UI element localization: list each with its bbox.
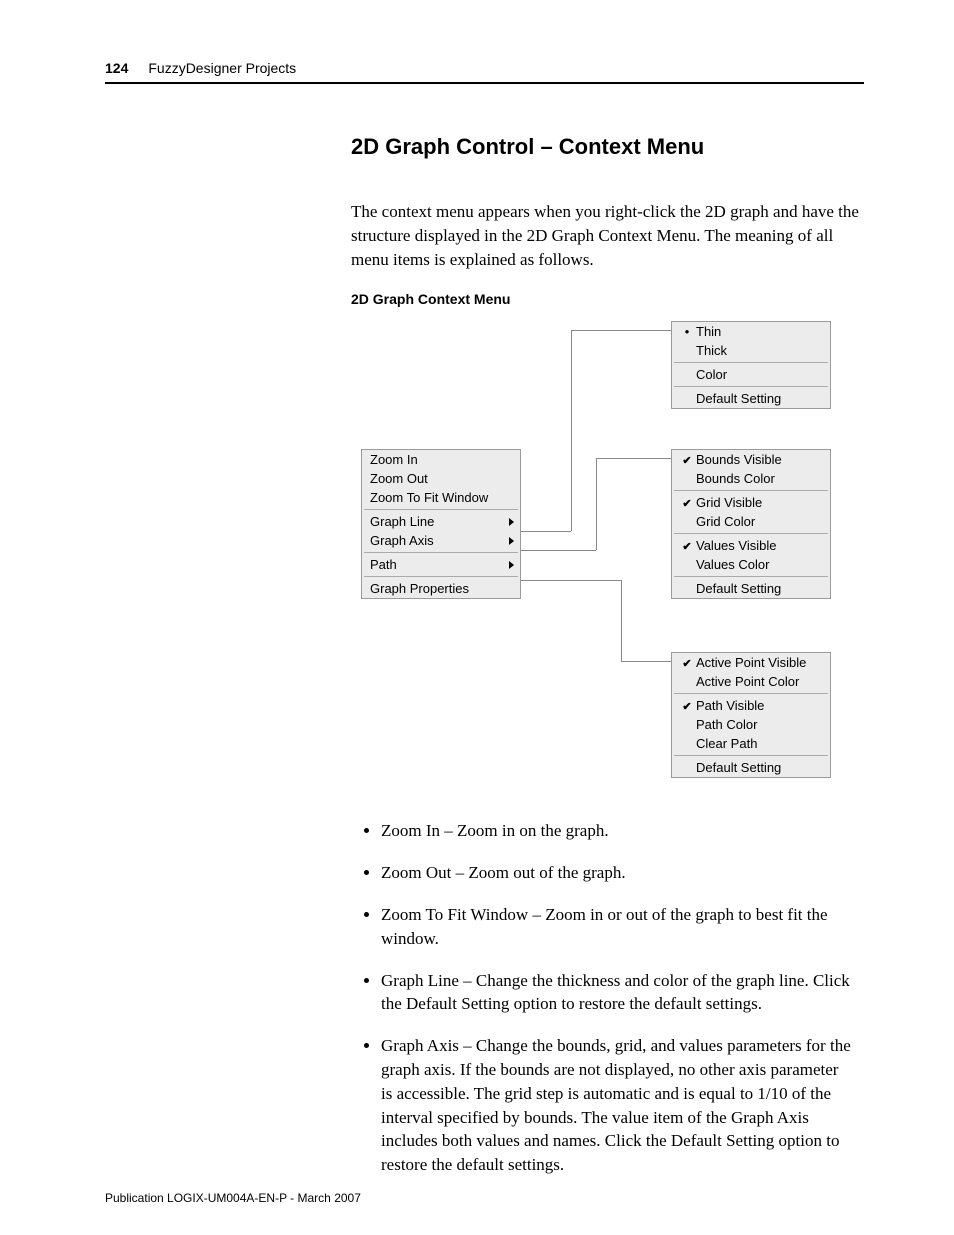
submenu-path[interactable]: Active Point Visible Active Point Color … [671, 652, 831, 778]
connector-line [571, 330, 671, 331]
menu-graph-properties[interactable]: Graph Properties [362, 579, 520, 598]
header-title: FuzzyDesigner Projects [148, 60, 296, 76]
connector-line [621, 580, 622, 661]
submenu-axis-grid-color[interactable]: Grid Color [672, 512, 830, 531]
menu-zoom-fit[interactable]: Zoom To Fit Window [362, 488, 520, 507]
submenu-path-visible[interactable]: Path Visible [672, 696, 830, 715]
submenu-path-activepoint-visible[interactable]: Active Point Visible [672, 653, 830, 672]
submenu-path-default[interactable]: Default Setting [672, 758, 830, 777]
menu-graph-axis[interactable]: Graph Axis [362, 531, 520, 550]
intro-paragraph: The context menu appears when you right-… [351, 200, 864, 271]
page-number: 124 [105, 60, 128, 76]
submenu-axis-bounds-visible[interactable]: Bounds Visible [672, 450, 830, 469]
submenu-axis-grid-visible[interactable]: Grid Visible [672, 493, 830, 512]
checkmark-icon [680, 538, 694, 553]
checkmark-icon [680, 698, 694, 713]
submenu-graph-axis[interactable]: Bounds Visible Bounds Color Grid Visible… [671, 449, 831, 599]
context-menu-diagram: Zoom In Zoom Out Zoom To Fit Window Grap… [351, 321, 864, 811]
page-header: 124 FuzzyDesigner Projects [105, 60, 864, 84]
connector-line [521, 550, 596, 551]
connector-line [521, 580, 621, 581]
submenu-line-color[interactable]: Color [672, 365, 830, 384]
menu-zoom-in[interactable]: Zoom In [362, 450, 520, 469]
def-zoom-fit: Zoom To Fit Window – Zoom in or out of t… [381, 903, 864, 951]
checkmark-icon [680, 655, 694, 670]
connector-line [521, 531, 571, 532]
checkmark-icon [680, 452, 694, 467]
connector-line [621, 661, 671, 662]
submenu-path-activepoint-color[interactable]: Active Point Color [672, 672, 830, 691]
def-graph-line: Graph Line – Change the thickness and co… [381, 969, 864, 1017]
submenu-axis-bounds-color[interactable]: Bounds Color [672, 469, 830, 488]
connector-line [596, 458, 597, 550]
def-graph-axis: Graph Axis – Change the bounds, grid, an… [381, 1034, 864, 1177]
submenu-line-thick[interactable]: Thick [672, 341, 830, 360]
radio-dot-icon [680, 324, 694, 339]
submenu-line-thin[interactable]: Thin [672, 322, 830, 341]
submenu-path-color[interactable]: Path Color [672, 715, 830, 734]
submenu-axis-values-visible[interactable]: Values Visible [672, 536, 830, 555]
menu-zoom-out[interactable]: Zoom Out [362, 469, 520, 488]
connector-line [596, 458, 671, 459]
submenu-graph-line[interactable]: Thin Thick Color Default Setting [671, 321, 831, 409]
menu-graph-line[interactable]: Graph Line [362, 512, 520, 531]
menu-path[interactable]: Path [362, 555, 520, 574]
submenu-line-default[interactable]: Default Setting [672, 389, 830, 408]
def-zoom-in: Zoom In – Zoom in on the graph. [381, 819, 864, 843]
section-heading: 2D Graph Control – Context Menu [351, 134, 864, 160]
checkmark-icon [680, 495, 694, 510]
definitions-list: Zoom In – Zoom in on the graph. Zoom Out… [351, 819, 864, 1177]
main-context-menu[interactable]: Zoom In Zoom Out Zoom To Fit Window Grap… [361, 449, 521, 599]
submenu-axis-values-color[interactable]: Values Color [672, 555, 830, 574]
figure-caption: 2D Graph Context Menu [351, 291, 864, 307]
submenu-path-clear[interactable]: Clear Path [672, 734, 830, 753]
def-zoom-out: Zoom Out – Zoom out of the graph. [381, 861, 864, 885]
connector-line [571, 330, 572, 531]
submenu-axis-default[interactable]: Default Setting [672, 579, 830, 598]
footer-publication: Publication LOGIX-UM004A-EN-P - March 20… [105, 1191, 361, 1205]
